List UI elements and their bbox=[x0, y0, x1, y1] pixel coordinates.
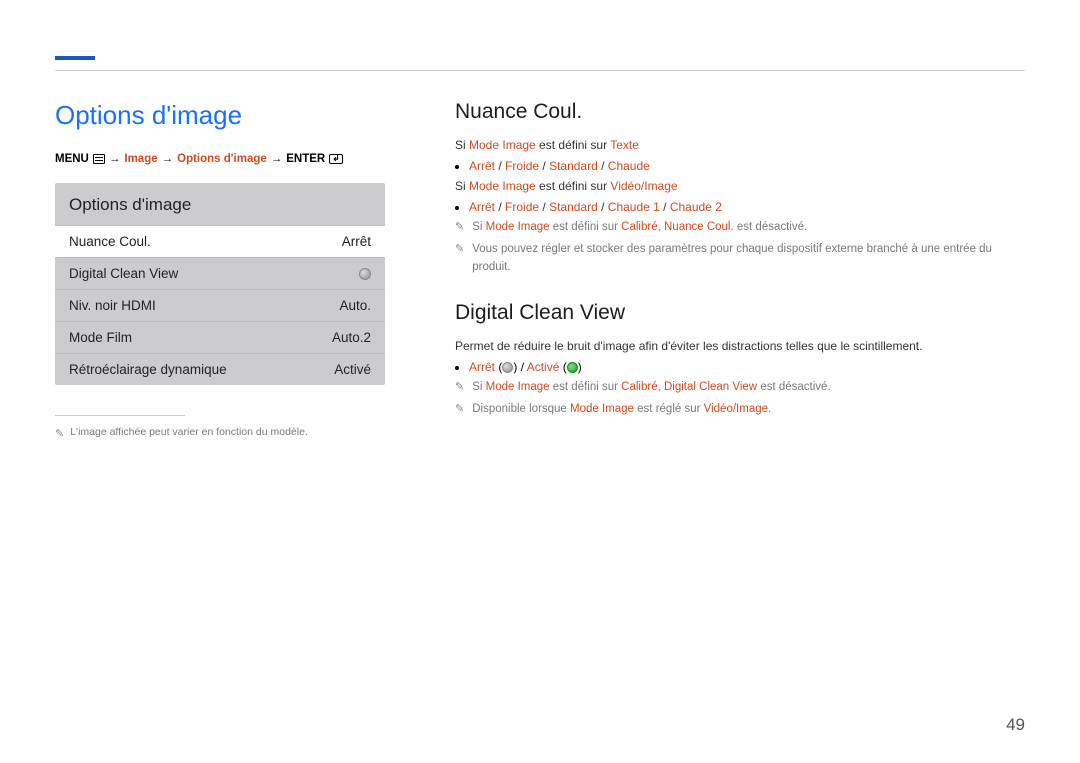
panel-row-nuance[interactable]: Nuance Coul. Arrêt bbox=[55, 225, 385, 257]
breadcrumb-arrow: → bbox=[109, 153, 121, 165]
accent-bar bbox=[55, 56, 95, 60]
dcv-note-2: ✎ Disponible lorsque Mode Image est régl… bbox=[455, 400, 1025, 419]
opt-on: Activé bbox=[527, 360, 560, 374]
opt: Arrêt bbox=[469, 159, 495, 173]
dcv-ref: Digital Clean View bbox=[664, 381, 757, 393]
text: est défini sur bbox=[550, 381, 622, 393]
pencil-icon: ✎ bbox=[455, 241, 464, 259]
nuance-note-2: ✎ Vous pouvez régler et stocker des para… bbox=[455, 240, 1025, 277]
text: est désactivé. bbox=[734, 221, 808, 233]
note-text: Vous pouvez régler et stocker des paramè… bbox=[472, 240, 1025, 277]
toggle-dot-grey-icon bbox=[359, 268, 371, 280]
text: Si bbox=[472, 221, 485, 233]
breadcrumb: MENU → Image → Options d'image → ENTER bbox=[55, 153, 385, 165]
left-column: Options d'image MENU → Image → Options d… bbox=[55, 100, 385, 440]
page-title: Options d'image bbox=[55, 100, 385, 131]
dcv-desc: Permet de réduire le bruit d'image afin … bbox=[455, 337, 1025, 356]
calibre-ref: Calibré bbox=[621, 221, 657, 233]
breadcrumb-options: Options d'image bbox=[177, 153, 267, 165]
text: Si bbox=[455, 138, 469, 152]
panel-row-value: Activé bbox=[334, 362, 371, 377]
text: est défini sur bbox=[536, 138, 610, 152]
dcv-options: Arrêt () / Activé () bbox=[469, 360, 1025, 374]
text: est défini sur bbox=[550, 221, 622, 233]
dcv-heading: Digital Clean View bbox=[455, 301, 1025, 325]
text: est défini sur bbox=[536, 179, 611, 193]
panel-row-label: Rétroéclairage dynamique bbox=[69, 362, 227, 377]
text: ) / bbox=[513, 360, 526, 374]
panel-row-label: Digital Clean View bbox=[69, 266, 178, 281]
panel-row-dcv[interactable]: Digital Clean View bbox=[55, 257, 385, 289]
opt: Froide bbox=[505, 200, 539, 214]
breadcrumb-enter-label: ENTER bbox=[286, 153, 325, 165]
nuance-heading: Nuance Coul. bbox=[455, 100, 1025, 124]
mode-image-ref: Mode Image bbox=[570, 403, 634, 415]
opt: Chaude bbox=[608, 159, 650, 173]
breadcrumb-image: Image bbox=[124, 153, 157, 165]
opt: Froide bbox=[505, 159, 539, 173]
panel-row-label: Mode Film bbox=[69, 330, 132, 345]
panel-row-value: Auto. bbox=[339, 298, 371, 313]
enter-icon bbox=[329, 154, 343, 164]
list-item: Arrêt / Froide / Standard / Chaude bbox=[469, 159, 1025, 173]
dot-grey-icon bbox=[502, 362, 513, 373]
mode-image-ref: Mode Image bbox=[469, 138, 536, 152]
footnote: ✎ L'image affichée peut varier en foncti… bbox=[55, 426, 385, 440]
nuance-note-1: ✎ Si Mode Image est défini sur Calibré, … bbox=[455, 218, 1025, 237]
panel-row-value: Arrêt bbox=[342, 234, 371, 249]
video-image-ref: Vidéo/Image bbox=[704, 403, 768, 415]
settings-panel: Options d'image Nuance Coul. Arrêt Digit… bbox=[55, 183, 385, 385]
top-divider bbox=[55, 70, 1025, 71]
opt: Standard bbox=[549, 200, 598, 214]
panel-row-film[interactable]: Mode Film Auto.2 bbox=[55, 321, 385, 353]
footnote-divider bbox=[55, 415, 185, 416]
content-area: Options d'image MENU → Image → Options d… bbox=[55, 100, 1025, 440]
menu-icon bbox=[93, 154, 105, 164]
page-number: 49 bbox=[1006, 715, 1025, 735]
text: . bbox=[768, 403, 771, 415]
text: ) bbox=[578, 360, 582, 374]
right-column: Nuance Coul. Si Mode Image est défini su… bbox=[455, 100, 1025, 440]
text: est désactivé. bbox=[757, 381, 831, 393]
text: Si bbox=[455, 179, 469, 193]
panel-row-value: Auto.2 bbox=[332, 330, 371, 345]
pencil-icon: ✎ bbox=[455, 401, 464, 419]
panel-row-label: Niv. noir HDMI bbox=[69, 298, 156, 313]
text: Disponible lorsque bbox=[472, 403, 570, 415]
list-item: Arrêt / Froide / Standard / Chaude 1 / C… bbox=[469, 200, 1025, 214]
breadcrumb-menu-label: MENU bbox=[55, 153, 89, 165]
opt-off: Arrêt bbox=[469, 360, 495, 374]
pencil-icon: ✎ bbox=[455, 219, 464, 237]
footnote-text: L'image affichée peut varier en fonction… bbox=[70, 426, 308, 438]
panel-row-label: Nuance Coul. bbox=[69, 234, 151, 249]
mode-image-ref: Mode Image bbox=[486, 221, 550, 233]
mode-image-ref: Mode Image bbox=[486, 381, 550, 393]
mode-image-ref: Mode Image bbox=[469, 179, 536, 193]
pencil-icon: ✎ bbox=[55, 427, 64, 440]
texte-ref: Texte bbox=[610, 138, 639, 152]
opt: Standard bbox=[549, 159, 598, 173]
breadcrumb-arrow: → bbox=[162, 153, 174, 165]
breadcrumb-arrow: → bbox=[271, 153, 283, 165]
nuance-ref: Nuance Coul. bbox=[664, 221, 734, 233]
list-item: Arrêt () / Activé () bbox=[469, 360, 1025, 374]
nuance-options-1: Arrêt / Froide / Standard / Chaude bbox=[469, 159, 1025, 173]
pencil-icon: ✎ bbox=[455, 379, 464, 397]
nuance-line1: Si Mode Image est défini sur Texte bbox=[455, 136, 1025, 155]
panel-row-backlight[interactable]: Rétroéclairage dynamique Activé bbox=[55, 353, 385, 385]
dcv-note-1: ✎ Si Mode Image est défini sur Calibré, … bbox=[455, 378, 1025, 397]
opt: Arrêt bbox=[469, 200, 495, 214]
calibre-ref: Calibré bbox=[621, 381, 657, 393]
nuance-options-2: Arrêt / Froide / Standard / Chaude 1 / C… bbox=[469, 200, 1025, 214]
dot-green-icon bbox=[567, 362, 578, 373]
text: Si bbox=[472, 381, 485, 393]
video-image-ref: Vidéo/Image bbox=[610, 179, 677, 193]
opt: Chaude 1 bbox=[608, 200, 660, 214]
opt: Chaude 2 bbox=[670, 200, 722, 214]
panel-row-hdmi[interactable]: Niv. noir HDMI Auto. bbox=[55, 289, 385, 321]
text: est réglé sur bbox=[634, 403, 704, 415]
nuance-line2: Si Mode Image est défini sur Vidéo/Image bbox=[455, 177, 1025, 196]
panel-title: Options d'image bbox=[55, 183, 385, 225]
